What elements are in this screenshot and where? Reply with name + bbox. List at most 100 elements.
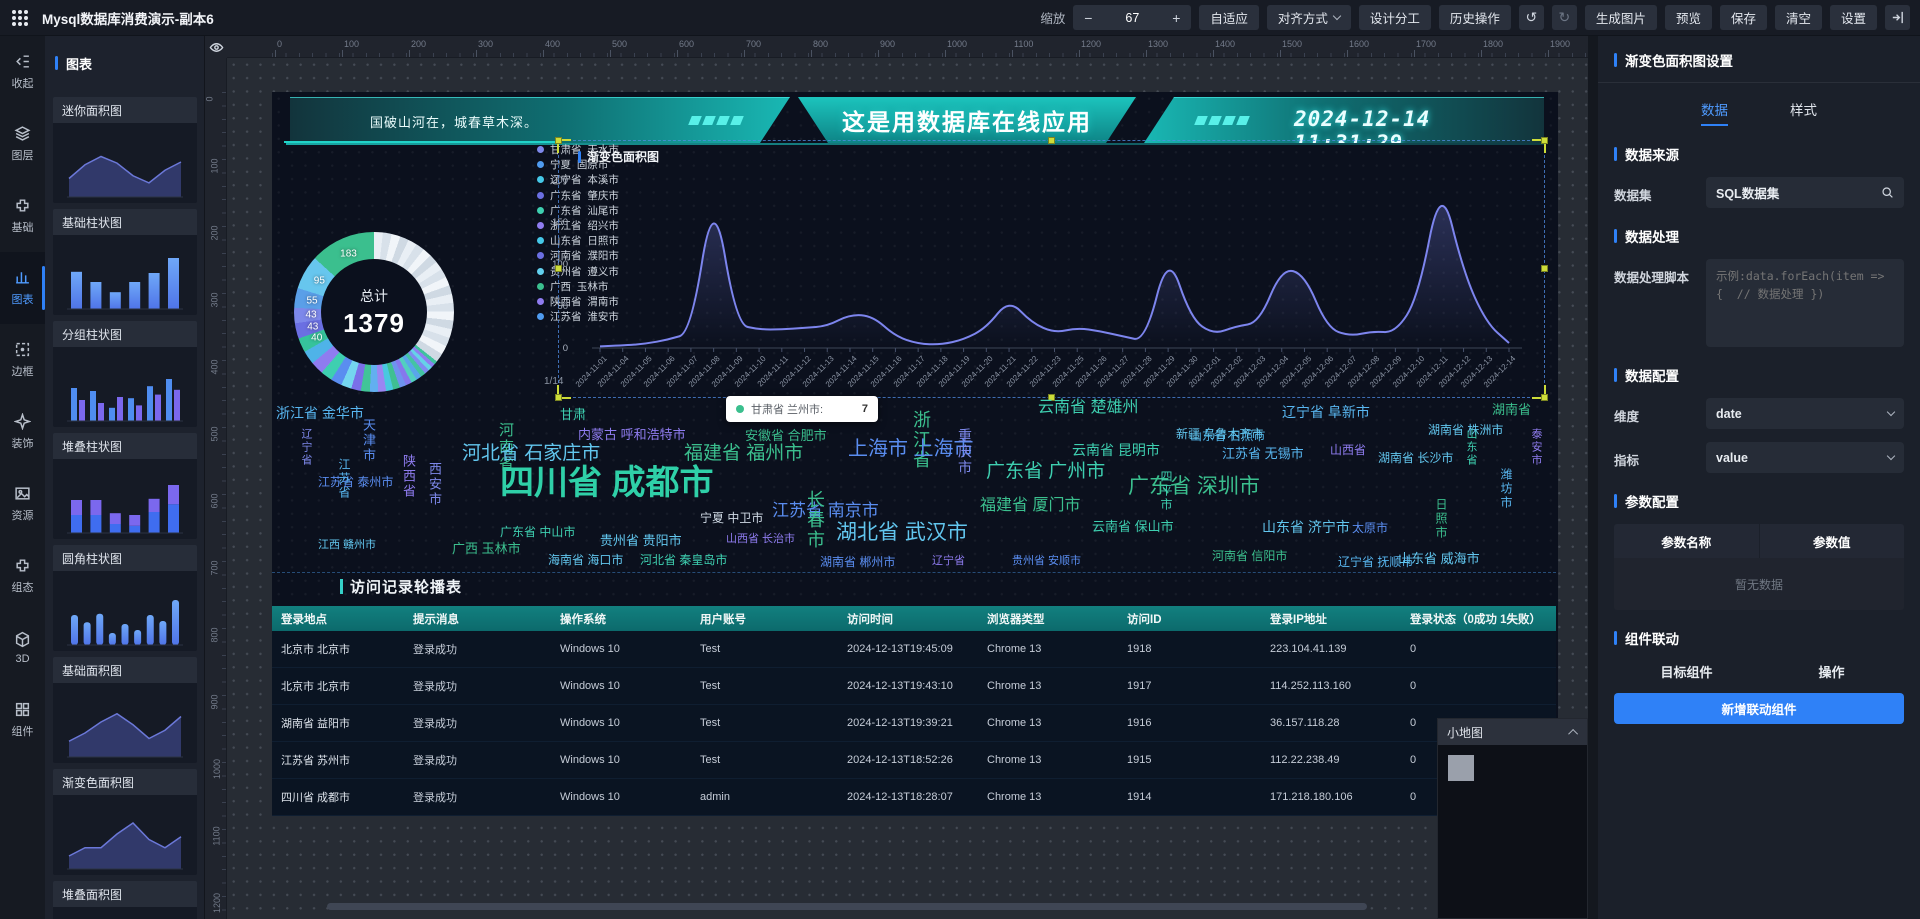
word-cloud-term[interactable]: 新疆 乌鲁木齐市 bbox=[1176, 428, 1263, 440]
banner-right[interactable]: 2024-12-14 11:31:29 bbox=[1144, 97, 1544, 143]
word-cloud-term[interactable]: 广东省 中山市 bbox=[500, 526, 575, 538]
zoom-value[interactable]: 67 bbox=[1103, 11, 1161, 25]
word-cloud-term[interactable]: 宁夏 中卫市 bbox=[700, 512, 763, 524]
workspace[interactable]: 国破山河在，城春草木深。 这是用数据库在线应用 2024-12-14 11:31… bbox=[227, 58, 1588, 919]
word-cloud-term[interactable]: 山东省 威海市 bbox=[1398, 552, 1480, 565]
word-cloud-term[interactable]: 甘肃 bbox=[560, 408, 586, 421]
word-cloud-term[interactable]: 四川省 成都市 bbox=[500, 466, 713, 500]
add-linkage-button[interactable]: 新增联动组件 bbox=[1614, 693, 1904, 724]
chart-item-label[interactable]: 基础面积图 bbox=[53, 657, 197, 683]
word-cloud-term[interactable]: 四平市 bbox=[1160, 470, 1172, 512]
word-cloud-term[interactable]: 广东省 广州市 bbox=[986, 462, 1105, 481]
redo-icon[interactable]: ↻ bbox=[1552, 5, 1577, 30]
word-cloud-term[interactable]: 日照市 bbox=[1435, 498, 1447, 540]
word-cloud-term[interactable]: 山西省 bbox=[1330, 444, 1366, 456]
word-cloud-term[interactable]: 安徽省 合肥市 bbox=[745, 429, 827, 442]
word-cloud-term[interactable]: 湖南省 长沙市 bbox=[1378, 452, 1453, 464]
horizontal-scrollbar[interactable] bbox=[327, 903, 1367, 910]
chart-item-label[interactable]: 圆角柱状图 bbox=[53, 545, 197, 571]
table-row[interactable]: 江苏省 苏州市登录成功Windows 10Test2024-12-13T18:5… bbox=[272, 742, 1556, 779]
chart-item-label[interactable]: 堆叠面积图 bbox=[53, 881, 197, 907]
chart-list-item[interactable]: 基础柱状图 bbox=[53, 209, 197, 315]
tab-data[interactable]: 数据 bbox=[1699, 91, 1730, 126]
sidebar-item-10[interactable]: 组件 bbox=[0, 684, 45, 756]
word-cloud-term[interactable]: 贵州省 贵阳市 bbox=[600, 534, 682, 547]
word-cloud-term[interactable]: 辽宁省 bbox=[932, 556, 965, 567]
minimap-header[interactable]: 小地图 bbox=[1438, 719, 1587, 745]
chart-item-label[interactable]: 堆叠柱状图 bbox=[53, 433, 197, 459]
word-cloud-term[interactable]: 福建省 福州市 bbox=[684, 444, 803, 463]
sidebar-item-8[interactable]: 组态 bbox=[0, 540, 45, 612]
minimap-viewport[interactable] bbox=[1448, 755, 1474, 781]
app-menu-icon[interactable] bbox=[12, 10, 28, 26]
word-cloud-term[interactable]: 辽宁省 阜新市 bbox=[1282, 405, 1370, 419]
preview-button[interactable]: 预览 bbox=[1665, 5, 1712, 30]
chart-list-item[interactable]: 迷你面积图 bbox=[53, 97, 197, 203]
zoom-out-button[interactable]: − bbox=[1073, 10, 1103, 26]
word-cloud-term[interactable]: 湖北省 武汉市 bbox=[836, 522, 968, 543]
chevron-up-icon[interactable] bbox=[1568, 728, 1578, 738]
word-cloud-term[interactable]: 云南省 保山市 bbox=[1092, 520, 1174, 533]
metric-select[interactable]: value bbox=[1706, 442, 1904, 473]
chart-item-label[interactable]: 迷你面积图 bbox=[53, 97, 197, 123]
chart-list-item[interactable]: 基础面积图 bbox=[53, 657, 197, 763]
word-cloud-term[interactable]: 贵州省 安顺市 bbox=[1012, 556, 1081, 567]
sidebar-item-5[interactable]: 边框 bbox=[0, 324, 45, 396]
word-cloud-term[interactable]: 辽宁省 bbox=[300, 428, 311, 467]
ruler-horizontal[interactable]: 0100200300400500600700800900100011001200… bbox=[227, 36, 1588, 58]
word-cloud-term[interactable]: 云南省 楚雄州 bbox=[1038, 400, 1138, 416]
records-table[interactable]: 登录地点提示消息操作系统用户账号访问时间浏览器类型访问ID登录IP地址登录状态（… bbox=[272, 606, 1556, 816]
word-cloud-term[interactable]: 江西 赣州市 bbox=[318, 540, 376, 551]
fit-button[interactable]: 自适应 bbox=[1199, 5, 1259, 30]
dashboard-preview[interactable]: 国破山河在，城春草木深。 这是用数据库在线应用 2024-12-14 11:31… bbox=[272, 92, 1558, 816]
panel-divider[interactable] bbox=[1588, 36, 1598, 919]
word-cloud-term[interactable]: 浙江省 金华市 bbox=[276, 406, 364, 420]
word-cloud-term[interactable]: 云南省 昆明市 bbox=[1072, 443, 1160, 457]
sidebar-item-7[interactable]: 资源 bbox=[0, 468, 45, 540]
table-row[interactable]: 北京市 北京市登录成功Windows 10Test2024-12-13T19:4… bbox=[272, 668, 1556, 705]
chart-item-thumbnail[interactable] bbox=[53, 347, 197, 427]
sidebar-item-3[interactable]: 基础 bbox=[0, 180, 45, 252]
word-cloud-term[interactable]: 江苏省 bbox=[338, 458, 350, 500]
word-cloud-term[interactable]: 河北省 秦皇岛市 bbox=[640, 554, 727, 566]
undo-icon[interactable]: ↺ bbox=[1519, 5, 1544, 30]
word-cloud-term[interactable]: 山西省 长治市 bbox=[726, 534, 795, 545]
design-split-button[interactable]: 设计分工 bbox=[1359, 5, 1431, 30]
tab-style[interactable]: 样式 bbox=[1788, 91, 1819, 126]
ruler-corner[interactable] bbox=[205, 36, 227, 58]
chart-list-item[interactable]: 渐变色面积图 bbox=[53, 769, 197, 875]
word-cloud-term[interactable]: 河南省 信阳市 bbox=[1212, 550, 1287, 562]
table-row[interactable]: 四川省 成都市登录成功Windows 10admin2024-12-13T18:… bbox=[272, 779, 1556, 816]
save-button[interactable]: 保存 bbox=[1720, 5, 1767, 30]
chart-list-item[interactable]: 分组柱状图 bbox=[53, 321, 197, 427]
word-cloud-term[interactable]: 福建省 厦门市 bbox=[980, 498, 1080, 514]
sidebar-item-2[interactable]: 图层 bbox=[0, 108, 45, 180]
chart-list-item[interactable]: 堆叠柱状图 bbox=[53, 433, 197, 539]
table-row[interactable]: 北京市 北京市登录成功Windows 10Test2024-12-13T19:4… bbox=[272, 631, 1556, 668]
chart-list-item[interactable]: 圆角柱状图 bbox=[53, 545, 197, 651]
banner-title-box[interactable]: 这是用数据库在线应用 bbox=[798, 97, 1136, 143]
collapse-panel-icon[interactable] bbox=[1885, 5, 1910, 30]
chart-item-thumbnail[interactable] bbox=[53, 907, 197, 919]
word-cloud-term[interactable]: 西安市 bbox=[428, 462, 441, 507]
word-cloud-term[interactable]: 潍坊市 bbox=[1500, 468, 1512, 510]
word-cloud-term[interactable]: 太原市 bbox=[1352, 522, 1388, 534]
sidebar-item-6[interactable]: 装饰 bbox=[0, 396, 45, 468]
sidebar-item-9[interactable]: 3D bbox=[0, 612, 45, 684]
resize-handle[interactable] bbox=[555, 394, 562, 401]
script-input[interactable] bbox=[1706, 259, 1904, 347]
chart-list-item[interactable]: 堆叠面积图 bbox=[53, 881, 197, 919]
word-cloud-term[interactable]: 江苏省 无锡市 bbox=[1222, 447, 1304, 460]
dataset-selector[interactable]: SQL数据集 bbox=[1706, 177, 1904, 208]
chart-item-label[interactable]: 基础柱状图 bbox=[53, 209, 197, 235]
legend-pagination[interactable]: 1/14 bbox=[544, 376, 563, 387]
ruler-vertical[interactable]: 0100200300400500600700800900100011001200 bbox=[205, 58, 227, 919]
word-cloud-term[interactable]: 湖南省 郴州市 bbox=[820, 556, 895, 568]
word-cloud-term[interactable]: 江苏省 南京市 bbox=[772, 502, 879, 519]
word-cloud-term[interactable]: 上海市 上海市 bbox=[848, 439, 974, 459]
chart-item-thumbnail[interactable] bbox=[53, 235, 197, 315]
word-cloud-term[interactable]: 河北省 石家庄市 bbox=[462, 444, 600, 463]
history-button[interactable]: 历史操作 bbox=[1439, 5, 1511, 30]
chart-item-label[interactable]: 分组柱状图 bbox=[53, 321, 197, 347]
word-cloud-term[interactable]: 广西 玉林市 bbox=[452, 542, 521, 555]
